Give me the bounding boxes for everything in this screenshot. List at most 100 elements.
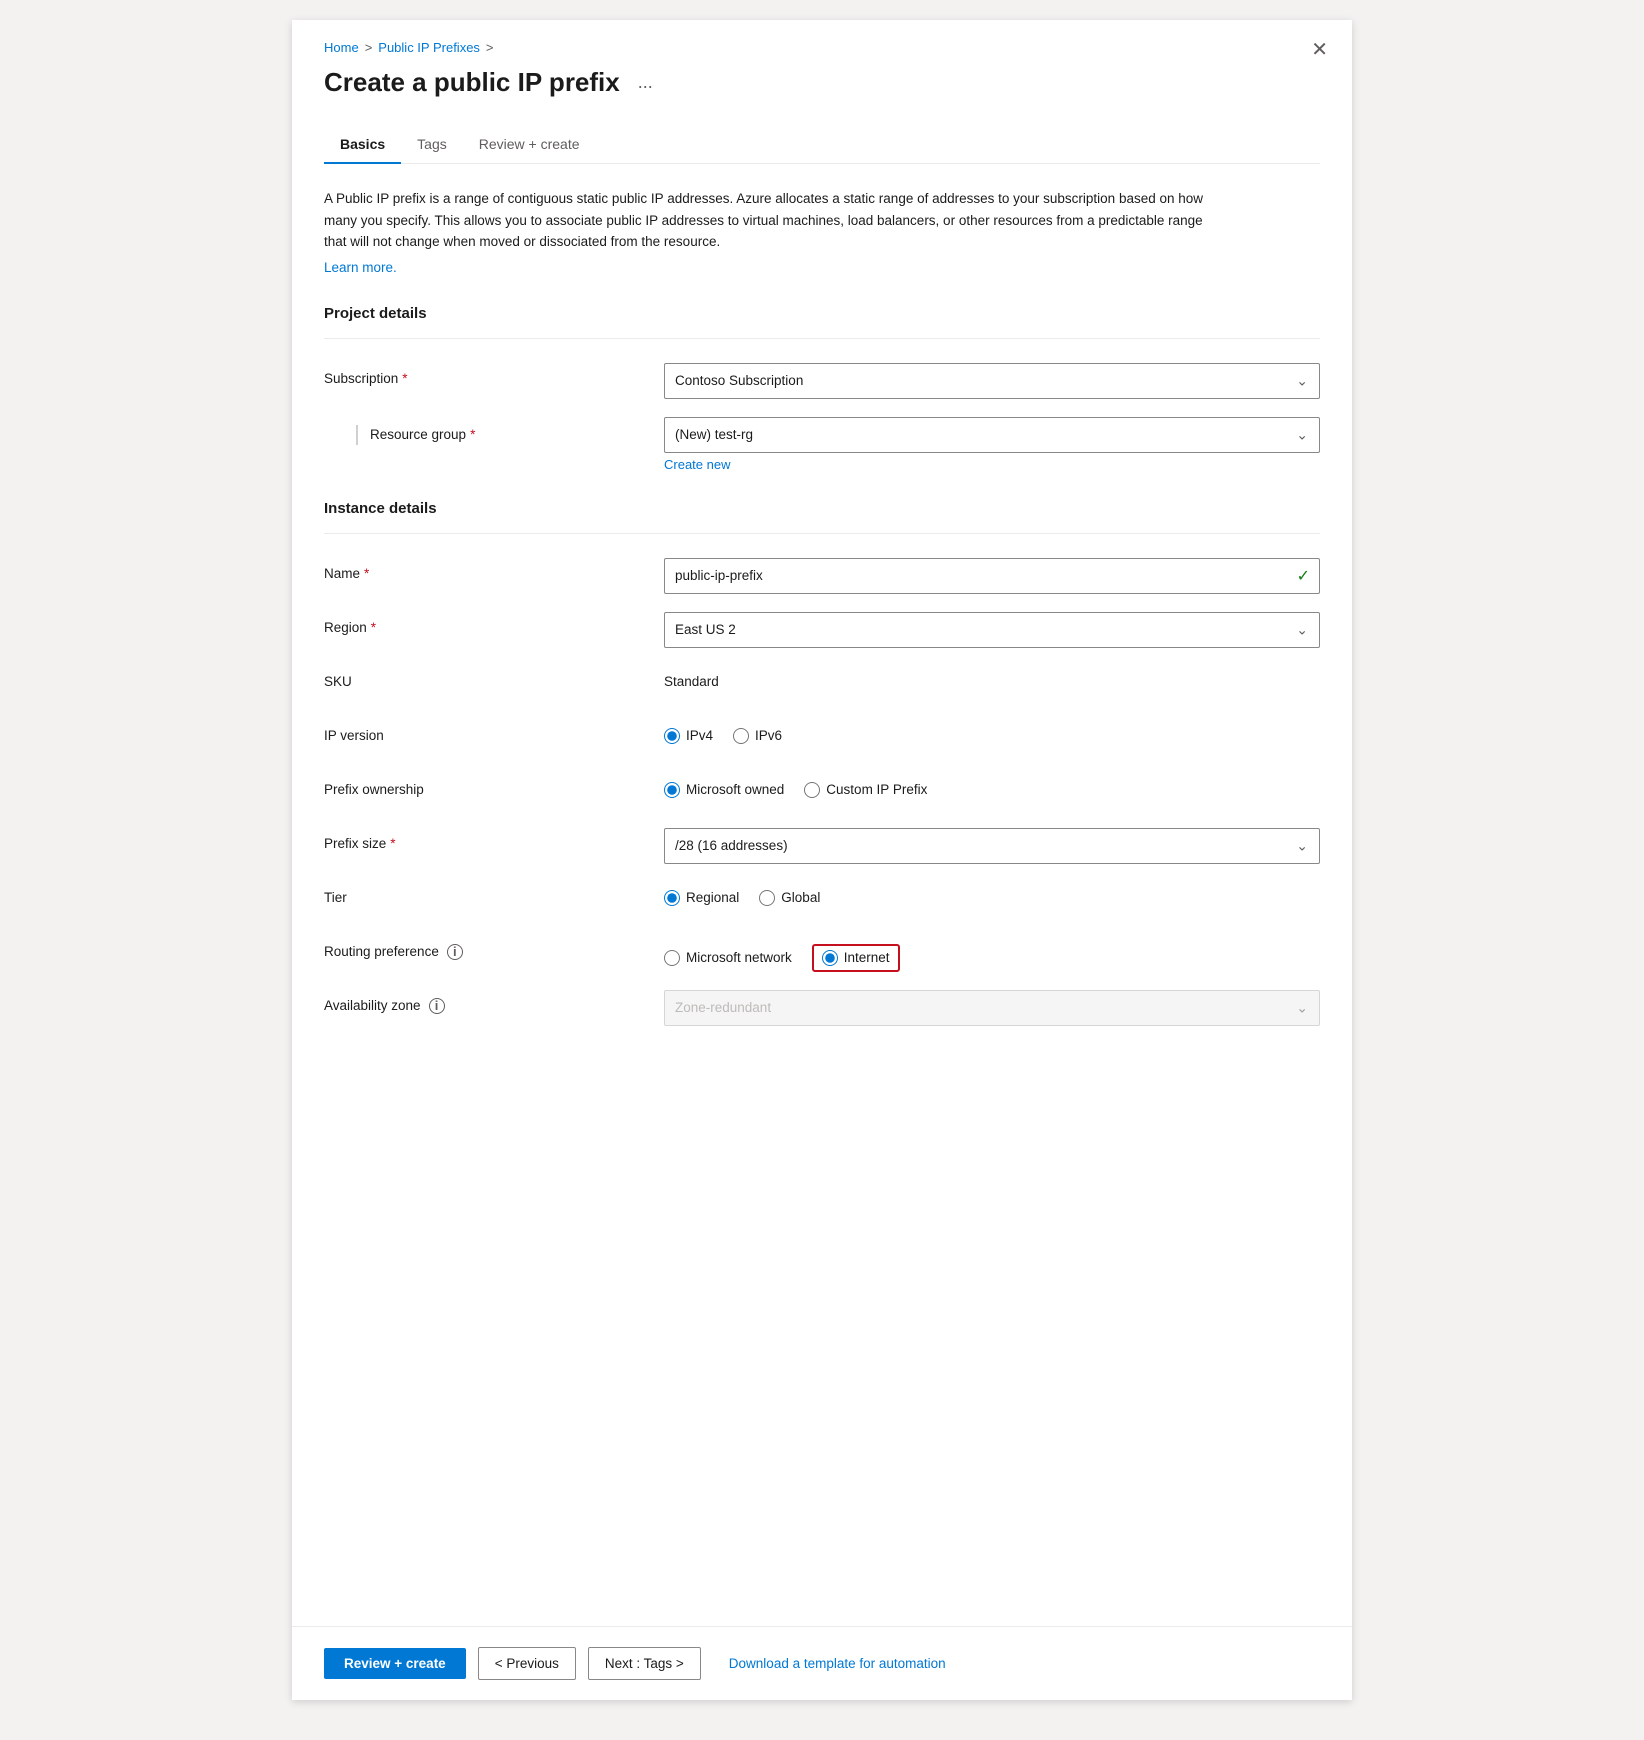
availability-zone-label: Availability zone i xyxy=(324,990,664,1014)
ip-version-row: IP version IPv4 IPv6 xyxy=(324,720,1320,756)
breadcrumb-sep1: > xyxy=(365,40,373,55)
ip-version-ipv4-radio[interactable] xyxy=(664,728,680,744)
prefix-size-select-wrapper: /28 (16 addresses) xyxy=(664,828,1320,864)
region-control: East US 2 xyxy=(664,612,1320,648)
ip-version-radio-group: IPv4 IPv6 xyxy=(664,720,1320,744)
tier-global-label: Global xyxy=(781,890,820,905)
ellipsis-button[interactable]: ... xyxy=(632,70,659,95)
previous-button[interactable]: < Previous xyxy=(478,1647,576,1680)
breadcrumb-prefixes[interactable]: Public IP Prefixes xyxy=(378,40,480,55)
subscription-select-wrapper: Contoso Subscription xyxy=(664,363,1320,399)
availability-zone-select-wrapper: Zone-redundant xyxy=(664,990,1320,1026)
next-button[interactable]: Next : Tags > xyxy=(588,1647,701,1680)
routing-preference-label: Routing preference i xyxy=(324,936,664,960)
section-project-details: Project details xyxy=(324,305,1320,322)
tier-radio-group: Regional Global xyxy=(664,882,1320,906)
subscription-row: Subscription * Contoso Subscription xyxy=(324,363,1320,399)
resource-group-select[interactable]: (New) test-rg xyxy=(664,417,1320,453)
name-required: * xyxy=(364,566,369,581)
routing-microsoft-radio[interactable] xyxy=(664,950,680,966)
tier-label: Tier xyxy=(324,882,664,905)
tier-global-radio[interactable] xyxy=(759,890,775,906)
download-template-link[interactable]: Download a template for automation xyxy=(729,1656,946,1671)
region-required: * xyxy=(371,620,376,635)
review-create-button[interactable]: Review + create xyxy=(324,1648,466,1679)
routing-internet-radio[interactable] xyxy=(822,950,838,966)
breadcrumb-home[interactable]: Home xyxy=(324,40,359,55)
routing-microsoft[interactable]: Microsoft network xyxy=(664,950,792,966)
page-title: Create a public IP prefix xyxy=(324,67,620,98)
resource-group-control: (New) test-rg Create new xyxy=(664,417,1320,472)
resource-group-select-wrapper: (New) test-rg xyxy=(664,417,1320,453)
subscription-control: Contoso Subscription xyxy=(664,363,1320,399)
prefix-ownership-custom[interactable]: Custom IP Prefix xyxy=(804,782,927,798)
routing-preference-info-icon[interactable]: i xyxy=(447,944,463,960)
prefix-ownership-custom-radio[interactable] xyxy=(804,782,820,798)
ip-version-ipv6-radio[interactable] xyxy=(733,728,749,744)
prefix-size-required: * xyxy=(390,836,395,851)
section-divider-2 xyxy=(324,533,1320,534)
tier-control: Regional Global xyxy=(664,882,1320,906)
subscription-label: Subscription * xyxy=(324,363,664,386)
tab-bar: Basics Tags Review + create xyxy=(324,126,1320,164)
routing-internet[interactable]: Internet xyxy=(822,950,890,966)
sku-control: Standard xyxy=(664,666,1320,689)
routing-preference-control: Microsoft network Internet xyxy=(664,936,1320,972)
prefix-size-row: Prefix size * /28 (16 addresses) xyxy=(324,828,1320,864)
ip-version-ipv4[interactable]: IPv4 xyxy=(664,728,713,744)
sku-value: Standard xyxy=(664,666,1320,689)
section-divider-1 xyxy=(324,338,1320,339)
subscription-required: * xyxy=(402,371,407,386)
routing-internet-label: Internet xyxy=(844,950,890,965)
sku-label: SKU xyxy=(324,666,664,689)
prefix-ownership-row: Prefix ownership Microsoft owned Custom … xyxy=(324,774,1320,810)
tab-review-create[interactable]: Review + create xyxy=(463,126,596,164)
name-input-wrapper: ✓ xyxy=(664,558,1320,594)
routing-preference-row: Routing preference i Microsoft network I… xyxy=(324,936,1320,972)
resource-group-label: Resource group * xyxy=(324,417,664,445)
ip-version-ipv6[interactable]: IPv6 xyxy=(733,728,782,744)
tab-tags[interactable]: Tags xyxy=(401,126,463,164)
ip-version-label: IP version xyxy=(324,720,664,743)
prefix-ownership-radio-group: Microsoft owned Custom IP Prefix xyxy=(664,774,1320,798)
name-check-icon: ✓ xyxy=(1297,566,1310,586)
region-label: Region * xyxy=(324,612,664,635)
panel-footer: Review + create < Previous Next : Tags >… xyxy=(292,1626,1352,1700)
title-row: Create a public IP prefix ... xyxy=(324,67,1320,98)
routing-internet-highlight: Internet xyxy=(812,944,900,972)
learn-more-link[interactable]: Learn more. xyxy=(324,260,397,275)
name-input[interactable] xyxy=(664,558,1320,594)
prefix-ownership-label: Prefix ownership xyxy=(324,774,664,797)
prefix-size-select[interactable]: /28 (16 addresses) xyxy=(664,828,1320,864)
region-select[interactable]: East US 2 xyxy=(664,612,1320,648)
panel-header: Home > Public IP Prefixes > Create a pub… xyxy=(292,20,1352,106)
prefix-ownership-microsoft-radio[interactable] xyxy=(664,782,680,798)
tier-regional-radio[interactable] xyxy=(664,890,680,906)
create-new-link[interactable]: Create new xyxy=(664,457,1320,472)
routing-preference-radio-group: Microsoft network Internet xyxy=(664,936,1320,972)
create-panel: Home > Public IP Prefixes > Create a pub… xyxy=(292,20,1352,1700)
indent-line xyxy=(356,425,358,445)
region-select-wrapper: East US 2 xyxy=(664,612,1320,648)
prefix-ownership-custom-label: Custom IP Prefix xyxy=(826,782,927,797)
resource-group-row: Resource group * (New) test-rg Create ne… xyxy=(324,417,1320,472)
tab-basics[interactable]: Basics xyxy=(324,126,401,164)
availability-zone-info-icon[interactable]: i xyxy=(429,998,445,1014)
close-button[interactable]: ✕ xyxy=(1311,40,1328,60)
ip-version-ipv6-label: IPv6 xyxy=(755,728,782,743)
routing-microsoft-label: Microsoft network xyxy=(686,950,792,965)
sku-row: SKU Standard xyxy=(324,666,1320,702)
subscription-select[interactable]: Contoso Subscription xyxy=(664,363,1320,399)
availability-zone-select: Zone-redundant xyxy=(664,990,1320,1026)
region-row: Region * East US 2 xyxy=(324,612,1320,648)
tier-global[interactable]: Global xyxy=(759,890,820,906)
tier-regional[interactable]: Regional xyxy=(664,890,739,906)
availability-zone-row: Availability zone i Zone-redundant xyxy=(324,990,1320,1026)
ip-version-ipv4-label: IPv4 xyxy=(686,728,713,743)
tier-regional-label: Regional xyxy=(686,890,739,905)
name-row: Name * ✓ xyxy=(324,558,1320,594)
prefix-ownership-microsoft[interactable]: Microsoft owned xyxy=(664,782,784,798)
availability-zone-control: Zone-redundant xyxy=(664,990,1320,1026)
prefix-ownership-microsoft-label: Microsoft owned xyxy=(686,782,784,797)
panel-body: A Public IP prefix is a range of contigu… xyxy=(292,164,1352,1700)
